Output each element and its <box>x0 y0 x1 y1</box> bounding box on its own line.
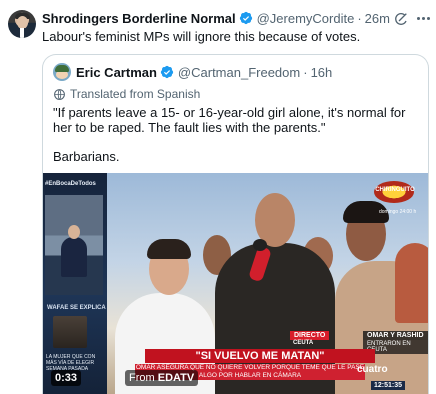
author-handle[interactable]: @JeremyCordite <box>257 11 355 26</box>
more-icon[interactable] <box>417 17 431 21</box>
names-label: OMAR Y RASHID <box>363 331 428 340</box>
quoted-tweet[interactable]: Eric Cartman @Cartman_Freedom · 16h Tran… <box>42 54 429 394</box>
separator-dot: · <box>357 10 362 26</box>
quoted-author-name[interactable]: Eric Cartman <box>76 65 157 80</box>
grok-icon[interactable] <box>393 11 409 27</box>
channel-logo: cuatro <box>357 364 388 375</box>
video-player[interactable]: #EnBocaDeTodos WAFAE SE EXPLICA LA MUJER… <box>43 173 428 394</box>
wafae-tag: WAFAE SE EXPLICA <box>47 305 106 311</box>
studio-tag: #EnBocaDeTodos <box>45 181 96 187</box>
quoted-text-paragraph: "If parents leave a 15- or 16-year-old g… <box>53 105 406 135</box>
author-avatar[interactable] <box>8 10 36 38</box>
video-duration: 0:33 <box>51 370 82 386</box>
studio-inset <box>45 195 103 295</box>
tweet-header: Shrodingers Borderline Normal @JeremyCor… <box>42 10 390 26</box>
logo-text: CHIRINGUITO <box>375 187 415 193</box>
video-source[interactable]: From EDATV <box>125 370 199 386</box>
studio-panel: #EnBocaDeTodos WAFAE SE EXPLICA LA MUJER… <box>43 173 107 394</box>
tweet[interactable]: Shrodingers Borderline Normal @JeremyCor… <box>0 0 436 394</box>
quoted-tweet-timestamp[interactable]: 16h <box>311 65 333 80</box>
source-name[interactable]: EDATV <box>158 372 194 384</box>
translated-text: Translated from Spanish <box>70 87 201 101</box>
separator-dot: · <box>303 64 308 80</box>
schedule-text: domingo 24:00 h <box>379 209 417 215</box>
from-label: From <box>129 372 155 384</box>
tweet-text: Labour's feminist MPs will ignore this b… <box>42 29 361 44</box>
translated-label[interactable]: Translated from Spanish <box>53 87 200 101</box>
quoted-tweet-header: Eric Cartman @Cartman_Freedom · 16h <box>76 64 332 80</box>
live-badge: DIRECTO <box>290 331 330 340</box>
quoted-author-handle[interactable]: @Cartman_Freedom <box>178 65 300 80</box>
author-name[interactable]: Shrodingers Borderline Normal <box>42 11 236 26</box>
globe-icon <box>54 88 65 100</box>
quoted-text-paragraph: Barbarians. <box>53 149 120 164</box>
verified-badge-icon <box>160 65 174 79</box>
location-label: CEUTA <box>293 340 314 346</box>
verified-badge-icon <box>239 11 252 25</box>
guest-inset <box>53 316 87 348</box>
broadcast-clock: 12:51:35 <box>371 381 406 390</box>
quoted-author-avatar[interactable] <box>53 63 71 81</box>
tweet-timestamp[interactable]: 26m <box>365 11 390 26</box>
headline-banner: "SI VUELVO ME MATAN" <box>145 349 375 363</box>
quoted-tweet-text: "If parents leave a 15- or 16-year-old g… <box>53 105 425 178</box>
